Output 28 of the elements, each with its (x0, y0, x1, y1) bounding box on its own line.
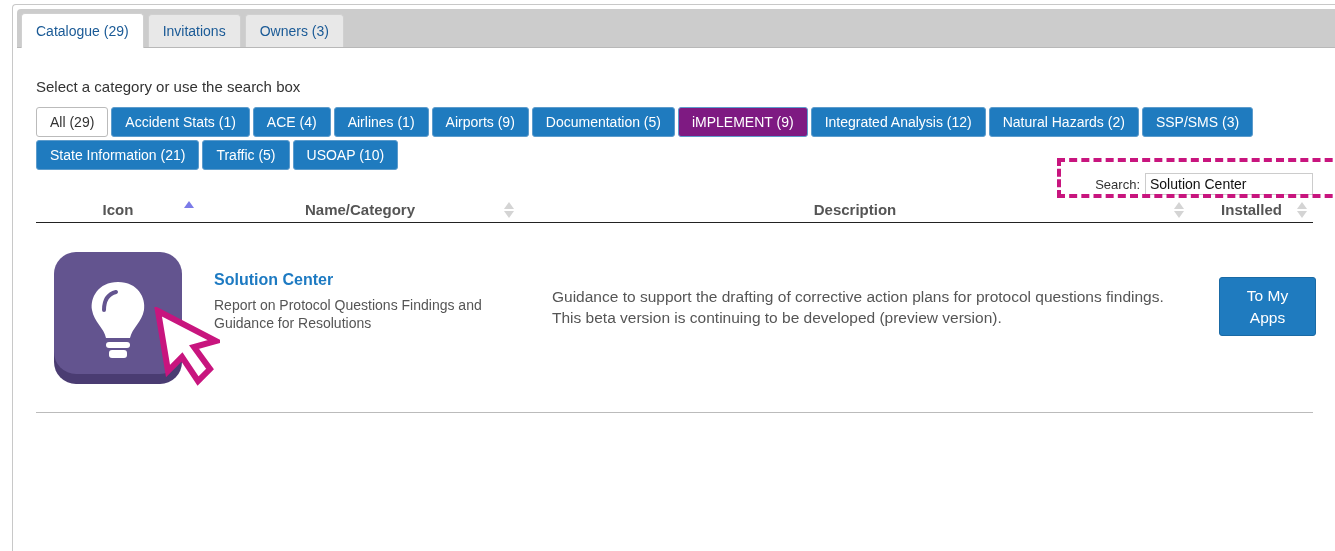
category-button[interactable]: Documentation (5) (531, 107, 675, 137)
column-header[interactable]: Name/Category (304, 201, 415, 218)
search-label: Search: (1095, 176, 1140, 192)
category-button[interactable]: SSP/SMS (3) (1141, 107, 1254, 137)
app-name-link[interactable]: Solution Center (214, 271, 533, 289)
column-header[interactable]: Description (813, 201, 897, 218)
app-description: Guidance to support the drafting of corrective action plans for protocol questions findings. This beta version is continuing to be developed (preview version). (551, 286, 1165, 328)
column-header[interactable]: Installed (1221, 201, 1282, 218)
category-button[interactable]: Accident Stats (1) (111, 107, 250, 137)
category-button[interactable]: USOAP (10) (292, 140, 399, 170)
instruction-text: Select a category or use the search box (36, 78, 302, 95)
category-button[interactable]: ACE (4) (252, 107, 331, 137)
lightbulb-app-icon (54, 251, 182, 384)
category-button[interactable]: iMPLEMENT (9) (677, 107, 808, 137)
search-field[interactable]: Solution Center (1145, 173, 1313, 195)
to-my-apps-button[interactable]: To My Apps (1219, 277, 1316, 336)
category-button[interactable]: State Information (21) (36, 140, 200, 170)
category-button[interactable]: All (29) (36, 107, 109, 137)
column-header[interactable]: Icon (102, 201, 134, 218)
category-button[interactable]: Airports (9) (431, 107, 529, 137)
tab[interactable]: Owners (3) (244, 14, 344, 47)
category-button[interactable]: Traffic (5) (202, 140, 290, 170)
category-button[interactable]: Airlines (1) (333, 107, 429, 137)
category-button[interactable]: Natural Hazards (2) (988, 107, 1139, 137)
tab[interactable]: Catalogue (29) (21, 13, 144, 48)
app-category-text: Report on Protocol Questions Findings and Guidance for Resolutions (214, 296, 483, 332)
category-button[interactable]: Integrated Analysis (12) (810, 107, 986, 137)
tab[interactable]: Invitations (147, 14, 241, 47)
